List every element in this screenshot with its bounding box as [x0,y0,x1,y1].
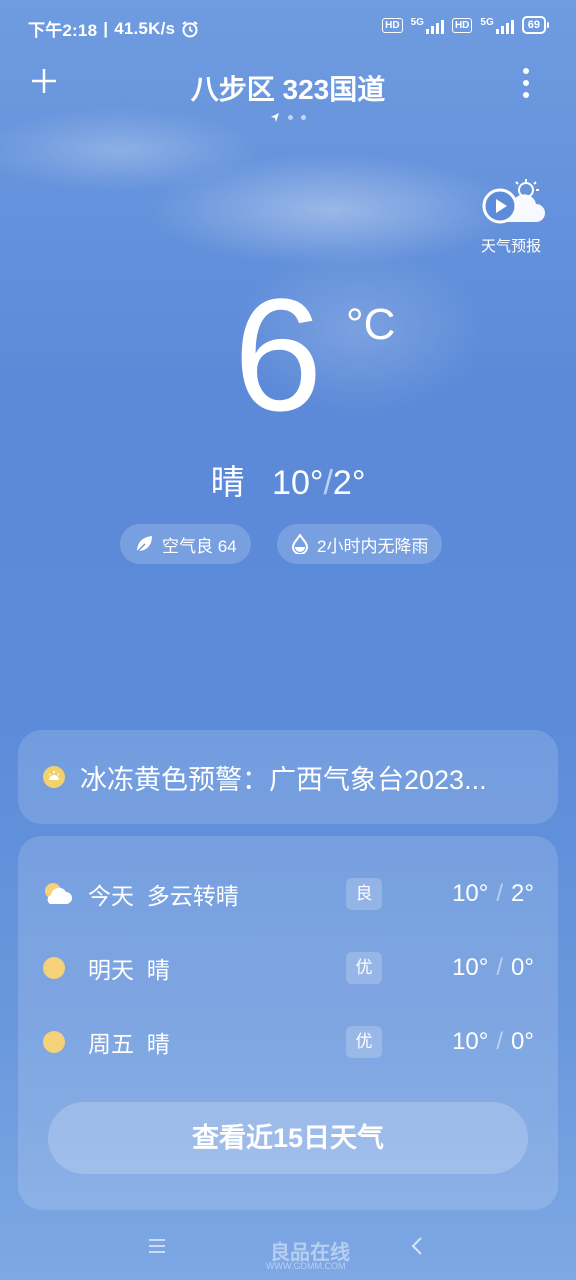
temperature-value: 6 [233,265,323,444]
aqi-badge: 优 [346,1026,382,1058]
condition-text: 晴 [210,464,245,502]
hd-badge: HD [382,17,403,33]
watermark-logo: 良品在线 WWW.GDMM.COM [266,1242,350,1271]
hd-badge: HD [451,17,473,33]
daily-day: 明天 晴 [88,957,170,983]
alarm-icon [182,20,198,37]
menu-nav-icon[interactable] [148,1238,166,1254]
sunny-icon [43,1031,65,1053]
daily-forecast-panel: 今天 多云转晴 良 10°/2° 明天 晴 优 10°/0° 周五 晴 优 10… [18,836,558,1210]
daily-day: 周五 晴 [88,1031,170,1057]
location-title[interactable]: 八步区 323国道 [0,68,576,108]
location-arrow-icon [271,113,279,122]
weather-alert-card[interactable]: 冰冻黄色预警：广西气象台2023... [18,730,558,824]
net-speed: 41.5K/s [114,18,176,38]
alert-text: 冰冻黄色预警：广西气象台2023... [80,764,487,795]
daily-temps: 10°/0° [452,954,534,981]
weather-forecast-video-button[interactable]: 天气预报 [476,178,546,256]
air-quality-text: 空气良 64 [162,536,237,556]
battery-icon: 69 [521,16,550,34]
signal-bars-icon [495,18,514,34]
temp-separator: / [323,464,333,502]
daily-row-tomorrow[interactable]: 明天 晴 优 10°/0° [42,948,534,988]
partly-cloudy-icon [45,883,72,904]
daily-temps: 10°/0° [452,1028,534,1055]
signal-bars-icon [425,18,444,34]
aqi-badge: 优 [346,952,382,984]
leaf-icon [136,536,152,553]
daily-row-friday[interactable]: 周五 晴 优 10°/0° [42,1022,534,1062]
status-time: 下午2:18 [28,21,98,40]
page-dot [301,114,306,120]
air-quality-chip[interactable]: 空气良 64 [120,524,251,564]
daily-temps: 10°/2° [452,880,534,907]
status-bar-left: 下午2:18 | 41.5K/s [28,16,199,41]
forecast-video-label: 天气预报 [480,238,541,255]
high-temp: 10° [272,464,324,502]
signal-5g-2: 5G [480,17,514,34]
raindrop-icon [291,534,309,554]
back-nav-icon[interactable] [410,1236,424,1256]
rain-text: 2小时内无降雨 [317,536,429,556]
page-indicator [0,112,576,122]
daily-row-today[interactable]: 今天 多云转晴 良 10°/2° [42,874,534,914]
temperature-unit: °C [346,300,396,349]
signal-5g-1: 5G [411,17,444,34]
rain-chip[interactable]: 2小时内无降雨 [277,524,443,564]
aqi-badge: 良 [346,878,382,910]
current-temperature: 6 °C [0,270,576,440]
low-temp: 2° [332,464,366,502]
view-15-days-button[interactable]: 查看近15日天气 [48,1102,528,1174]
more-menu-button[interactable] [522,68,530,98]
page-dot [288,114,293,120]
forecast-video-icon [482,179,545,224]
current-condition: 晴 10°/2° [0,455,576,504]
warning-sun-icon [43,766,65,788]
status-bar-right: HD 5G HD 5G 69 [382,16,550,34]
daily-day: 今天 多云转晴 [88,883,239,909]
sunny-icon [43,957,65,979]
